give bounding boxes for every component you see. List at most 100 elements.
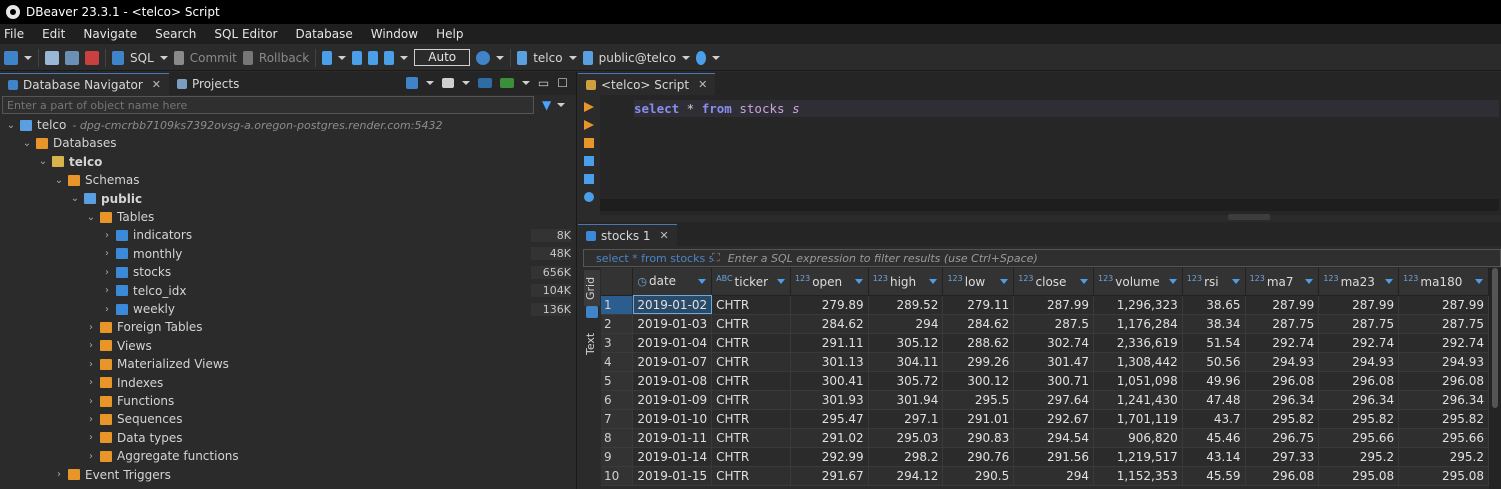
menu-edit[interactable]: Edit: [42, 27, 65, 41]
cell-high[interactable]: 301.94: [868, 390, 944, 410]
cell-date[interactable]: 2019-01-04: [632, 333, 713, 353]
sql-editor[interactable]: select * from stocks s: [578, 95, 1501, 215]
cell-high[interactable]: 304.11: [868, 352, 944, 372]
column-header-volume[interactable]: 123 volume: [1093, 268, 1183, 296]
editor-horizontal-scrollbar[interactable]: [600, 199, 1499, 211]
tree-item-foreign-tables[interactable]: › Foreign Tables: [0, 318, 577, 336]
tree-item-public[interactable]: ⌄ public: [0, 190, 577, 208]
chevron-right-icon[interactable]: ›: [86, 377, 96, 388]
settings-dropdown-icon[interactable]: [400, 55, 409, 60]
active-schema-selector[interactable]: public@telco: [599, 51, 676, 65]
cell-ma7[interactable]: 287.75: [1245, 314, 1320, 334]
cell-rsi[interactable]: 50.56: [1182, 352, 1246, 372]
cell-ticker[interactable]: CHTR: [711, 428, 791, 448]
disconnect-icon[interactable]: [85, 50, 99, 65]
cell-volume[interactable]: 1,296,323: [1093, 295, 1183, 315]
column-filter-icon[interactable]: [1231, 279, 1240, 284]
cell-ma180[interactable]: 295.82: [1398, 409, 1489, 429]
column-header-low[interactable]: 123 low: [942, 268, 1015, 296]
cell-ma23[interactable]: 295.82: [1318, 409, 1400, 429]
tree-item-event-triggers[interactable]: › Event Triggers: [0, 466, 577, 484]
add-folder-icon[interactable]: [441, 78, 454, 88]
row-number[interactable]: 10: [601, 466, 634, 486]
chevron-right-icon[interactable]: ›: [102, 267, 112, 278]
chevron-right-icon[interactable]: ›: [102, 285, 112, 296]
tab-grid[interactable]: Grid: [584, 270, 600, 306]
chevron-right-icon[interactable]: ›: [54, 469, 64, 480]
cell-ma23[interactable]: 292.74: [1318, 333, 1400, 353]
search-icon[interactable]: [696, 50, 707, 65]
table-row[interactable]: 3 2019-01-04 CHTR 291.11 305.12 288.62 302.74 2…: [601, 333, 1489, 353]
menu-database[interactable]: Database: [295, 27, 352, 41]
cell-ma7[interactable]: 296.75: [1245, 428, 1320, 448]
cell-ma180[interactable]: 295.08: [1398, 466, 1489, 486]
column-filter-icon[interactable]: [1079, 279, 1088, 284]
panel-splitter-handle[interactable]: [1228, 214, 1270, 220]
link-editor-icon[interactable]: [499, 78, 514, 88]
lock-icon[interactable]: [352, 50, 363, 65]
cell-high[interactable]: 305.12: [868, 333, 944, 353]
column-header-ma180[interactable]: 123 ma180: [1398, 268, 1489, 296]
cell-date[interactable]: 2019-01-02: [632, 295, 713, 315]
row-number[interactable]: 7: [601, 409, 634, 429]
chevron-right-icon[interactable]: ›: [86, 359, 96, 370]
tree-item-sequences[interactable]: › Sequences: [0, 410, 577, 428]
folder-dropdown-icon[interactable]: [461, 81, 470, 85]
cell-volume[interactable]: 1,152,353: [1093, 466, 1183, 486]
tree-item-telco[interactable]: ⌄ telco - dpg-cmcrbb7109ks7392ovsg-a.orego…: [0, 116, 577, 134]
row-number[interactable]: 3: [601, 333, 634, 353]
active-connection-selector[interactable]: telco: [533, 51, 562, 65]
cell-high[interactable]: 294.12: [868, 466, 944, 486]
tree-item-stocks[interactable]: › stocks 656K: [0, 263, 577, 281]
cell-ma23[interactable]: 296.34: [1318, 390, 1400, 410]
table-row[interactable]: 10 2019-01-15 CHTR 291.67 294.12 290.5 294 1,15…: [601, 466, 1489, 486]
menu-search[interactable]: Search: [155, 27, 196, 41]
chevron-right-icon[interactable]: ›: [86, 340, 96, 351]
chevron-right-icon[interactable]: ›: [102, 304, 112, 315]
tree-item-indexes[interactable]: › Indexes: [0, 374, 577, 392]
history-dropdown-icon[interactable]: [496, 55, 505, 60]
cell-date[interactable]: 2019-01-11: [632, 428, 713, 448]
cell-close[interactable]: 291.56: [1013, 447, 1094, 467]
chevron-right-icon[interactable]: ›: [86, 396, 96, 407]
cell-high[interactable]: 297.1: [868, 409, 944, 429]
cell-close[interactable]: 294.54: [1013, 428, 1094, 448]
cell-low[interactable]: 295.5: [942, 390, 1015, 410]
cell-rsi[interactable]: 45.46: [1182, 428, 1246, 448]
cell-volume[interactable]: 1,176,284: [1093, 314, 1183, 334]
cell-ma7[interactable]: 296.08: [1245, 466, 1320, 486]
transaction-dropdown-icon[interactable]: [338, 55, 347, 60]
table-row[interactable]: 2 2019-01-03 CHTR 284.62 294 284.62 287.5 1,176…: [601, 314, 1489, 334]
collapse-all-icon[interactable]: [477, 78, 492, 88]
grid-vertical-scrollbar[interactable]: [1489, 268, 1501, 489]
cell-ticker[interactable]: CHTR: [711, 371, 791, 391]
tab-telco-script[interactable]: <telco> Script ✕: [578, 73, 716, 95]
cell-close[interactable]: 292.67: [1013, 409, 1094, 429]
schema-dropdown-icon[interactable]: [682, 55, 691, 60]
cell-rsi[interactable]: 43.14: [1182, 447, 1246, 467]
cell-close[interactable]: 302.74: [1013, 333, 1094, 353]
column-filter-icon[interactable]: [1475, 279, 1483, 284]
explain-plan-icon[interactable]: [584, 156, 594, 166]
cell-ma7[interactable]: 287.99: [1245, 295, 1320, 315]
cell-ma7[interactable]: 296.34: [1245, 390, 1320, 410]
tab-database-navigator[interactable]: Database Navigator ✕: [0, 73, 170, 95]
new-connection-icon[interactable]: [4, 50, 18, 65]
cell-ticker[interactable]: CHTR: [711, 314, 791, 334]
cell-ticker[interactable]: CHTR: [711, 352, 791, 372]
transaction-mode-icon[interactable]: [322, 50, 333, 65]
cell-open[interactable]: 291.67: [790, 466, 869, 486]
cell-ma180[interactable]: 287.99: [1398, 295, 1489, 315]
cell-ticker[interactable]: CHTR: [711, 409, 791, 429]
tab-projects[interactable]: Projects: [169, 73, 247, 95]
cell-ma180[interactable]: 287.75: [1398, 314, 1489, 334]
cell-rsi[interactable]: 43.7: [1182, 409, 1246, 429]
column-header-ticker[interactable]: ABC ticker: [711, 268, 791, 296]
cell-rsi[interactable]: 38.34: [1182, 314, 1246, 334]
table-row[interactable]: 7 2019-01-10 CHTR 295.47 297.1 291.01 292.67 1,…: [601, 409, 1489, 429]
tree-item-aggregate-functions[interactable]: › Aggregate functions: [0, 447, 577, 465]
cell-ma180[interactable]: 295.2: [1398, 447, 1489, 467]
tree-item-telco_idx[interactable]: › telco_idx 104K: [0, 282, 577, 300]
cell-volume[interactable]: 1,701,119: [1093, 409, 1183, 429]
cell-date[interactable]: 2019-01-07: [632, 352, 713, 372]
